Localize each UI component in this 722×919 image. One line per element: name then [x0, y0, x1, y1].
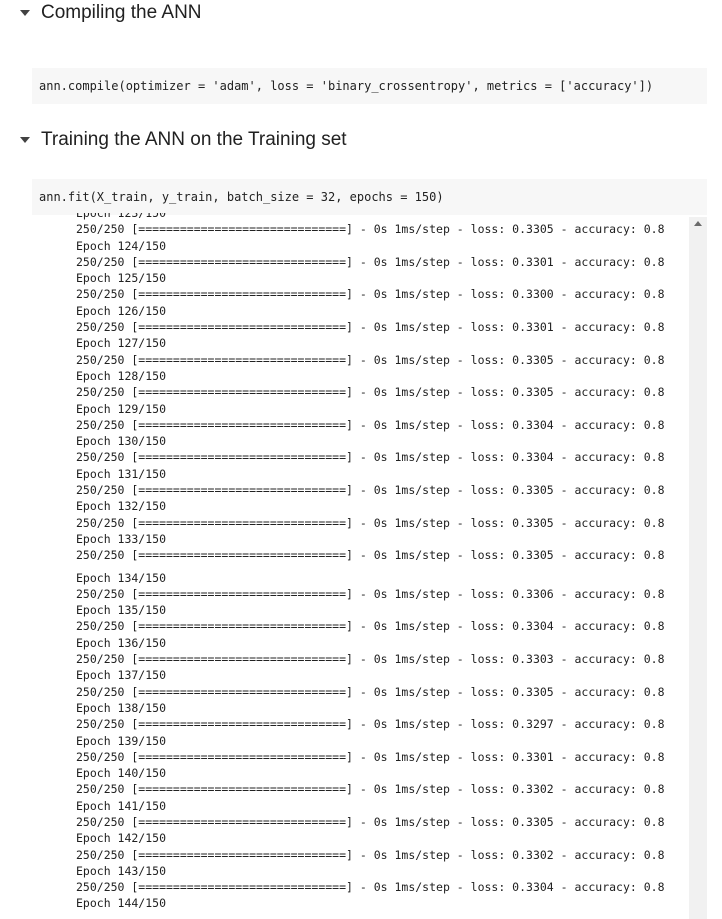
output-line: 250/250 [==============================]… [76, 814, 665, 829]
output-line: Epoch 144/150 [76, 896, 167, 911]
output-line: 250/250 [==============================]… [76, 352, 665, 367]
code-cell-fit[interactable]: ann.fit(X_train, y_train, batch_size = 3… [32, 179, 707, 215]
caret-down-icon[interactable] [19, 7, 31, 19]
output-line: Epoch 135/150 [76, 603, 167, 618]
section-header-training[interactable]: Training the ANN on the Training set [0, 127, 347, 153]
output-line: 250/250 [==============================]… [76, 548, 665, 563]
caret-down-icon[interactable] [19, 134, 31, 146]
output-line: 250/250 [==============================]… [76, 320, 665, 335]
output-line: 250/250 [==============================]… [76, 222, 665, 237]
output-line: 250/250 [==============================]… [76, 586, 665, 601]
output-line: 250/250 [==============================]… [76, 515, 665, 530]
output-log: Epoch 123/150 250/250 [==================… [76, 213, 690, 912]
output-line: 250/250 [==============================]… [76, 619, 665, 634]
output-line: Epoch 125/150 [76, 271, 167, 286]
output-line: Epoch 130/150 [76, 434, 167, 449]
output-line: Epoch 123/150 [76, 213, 167, 220]
output-line: 250/250 [==============================]… [76, 749, 665, 764]
output-line: 250/250 [==============================]… [76, 652, 665, 667]
output-line: Epoch 136/150 [76, 635, 167, 650]
output-line: Epoch 127/150 [76, 336, 167, 351]
section-header-compiling[interactable]: Compiling the ANN [0, 0, 202, 26]
output-line: Epoch 133/150 [76, 531, 167, 546]
output-line: 250/250 [==============================]… [76, 483, 665, 498]
output-line: 250/250 [==============================]… [76, 684, 665, 699]
output-line: 250/250 [==============================]… [76, 450, 665, 465]
output-line: 250/250 [==============================]… [76, 717, 665, 732]
code-cell-compile[interactable]: ann.compile(optimizer = 'adam', loss = '… [32, 68, 707, 104]
output-line: 250/250 [==============================]… [76, 287, 665, 302]
output-scrollbar[interactable] [689, 217, 707, 919]
code-text[interactable]: ann.compile(optimizer = 'adam', loss = '… [32, 79, 653, 93]
output-line: Epoch 132/150 [76, 499, 167, 514]
output-line: 250/250 [==============================]… [76, 782, 665, 797]
scroll-up-arrow-icon[interactable] [694, 221, 702, 226]
output-line: Epoch 131/150 [76, 466, 167, 481]
section-title: Training the ANN on the Training set [41, 129, 347, 150]
output-line: Epoch 139/150 [76, 733, 167, 748]
output-line: Epoch 124/150 [76, 238, 167, 253]
output-line: Epoch 143/150 [76, 863, 167, 878]
output-line: 250/250 [==============================]… [76, 880, 665, 895]
output-line: Epoch 140/150 [76, 766, 167, 781]
output-line: Epoch 137/150 [76, 668, 167, 683]
output-line: Epoch 138/150 [76, 700, 167, 715]
notebook-page: Compiling the ANN ann.compile(optimizer … [0, 0, 722, 919]
section-title: Compiling the ANN [41, 2, 202, 23]
output-line: Epoch 128/150 [76, 368, 167, 383]
output-line: Epoch 141/150 [76, 798, 167, 813]
code-text[interactable]: ann.fit(X_train, y_train, batch_size = 3… [32, 190, 444, 204]
output-line: Epoch 134/150 [76, 570, 167, 585]
output-line: 250/250 [==============================]… [76, 417, 665, 432]
output-line: Epoch 129/150 [76, 401, 167, 416]
output-line: 250/250 [==============================]… [76, 847, 665, 862]
output-line: 250/250 [==============================]… [76, 254, 665, 269]
cell-output[interactable]: Epoch 123/150 250/250 [==================… [32, 213, 707, 919]
output-line: 250/250 [==============================]… [76, 385, 665, 400]
output-line: Epoch 142/150 [76, 831, 167, 846]
output-line: Epoch 126/150 [76, 303, 167, 318]
